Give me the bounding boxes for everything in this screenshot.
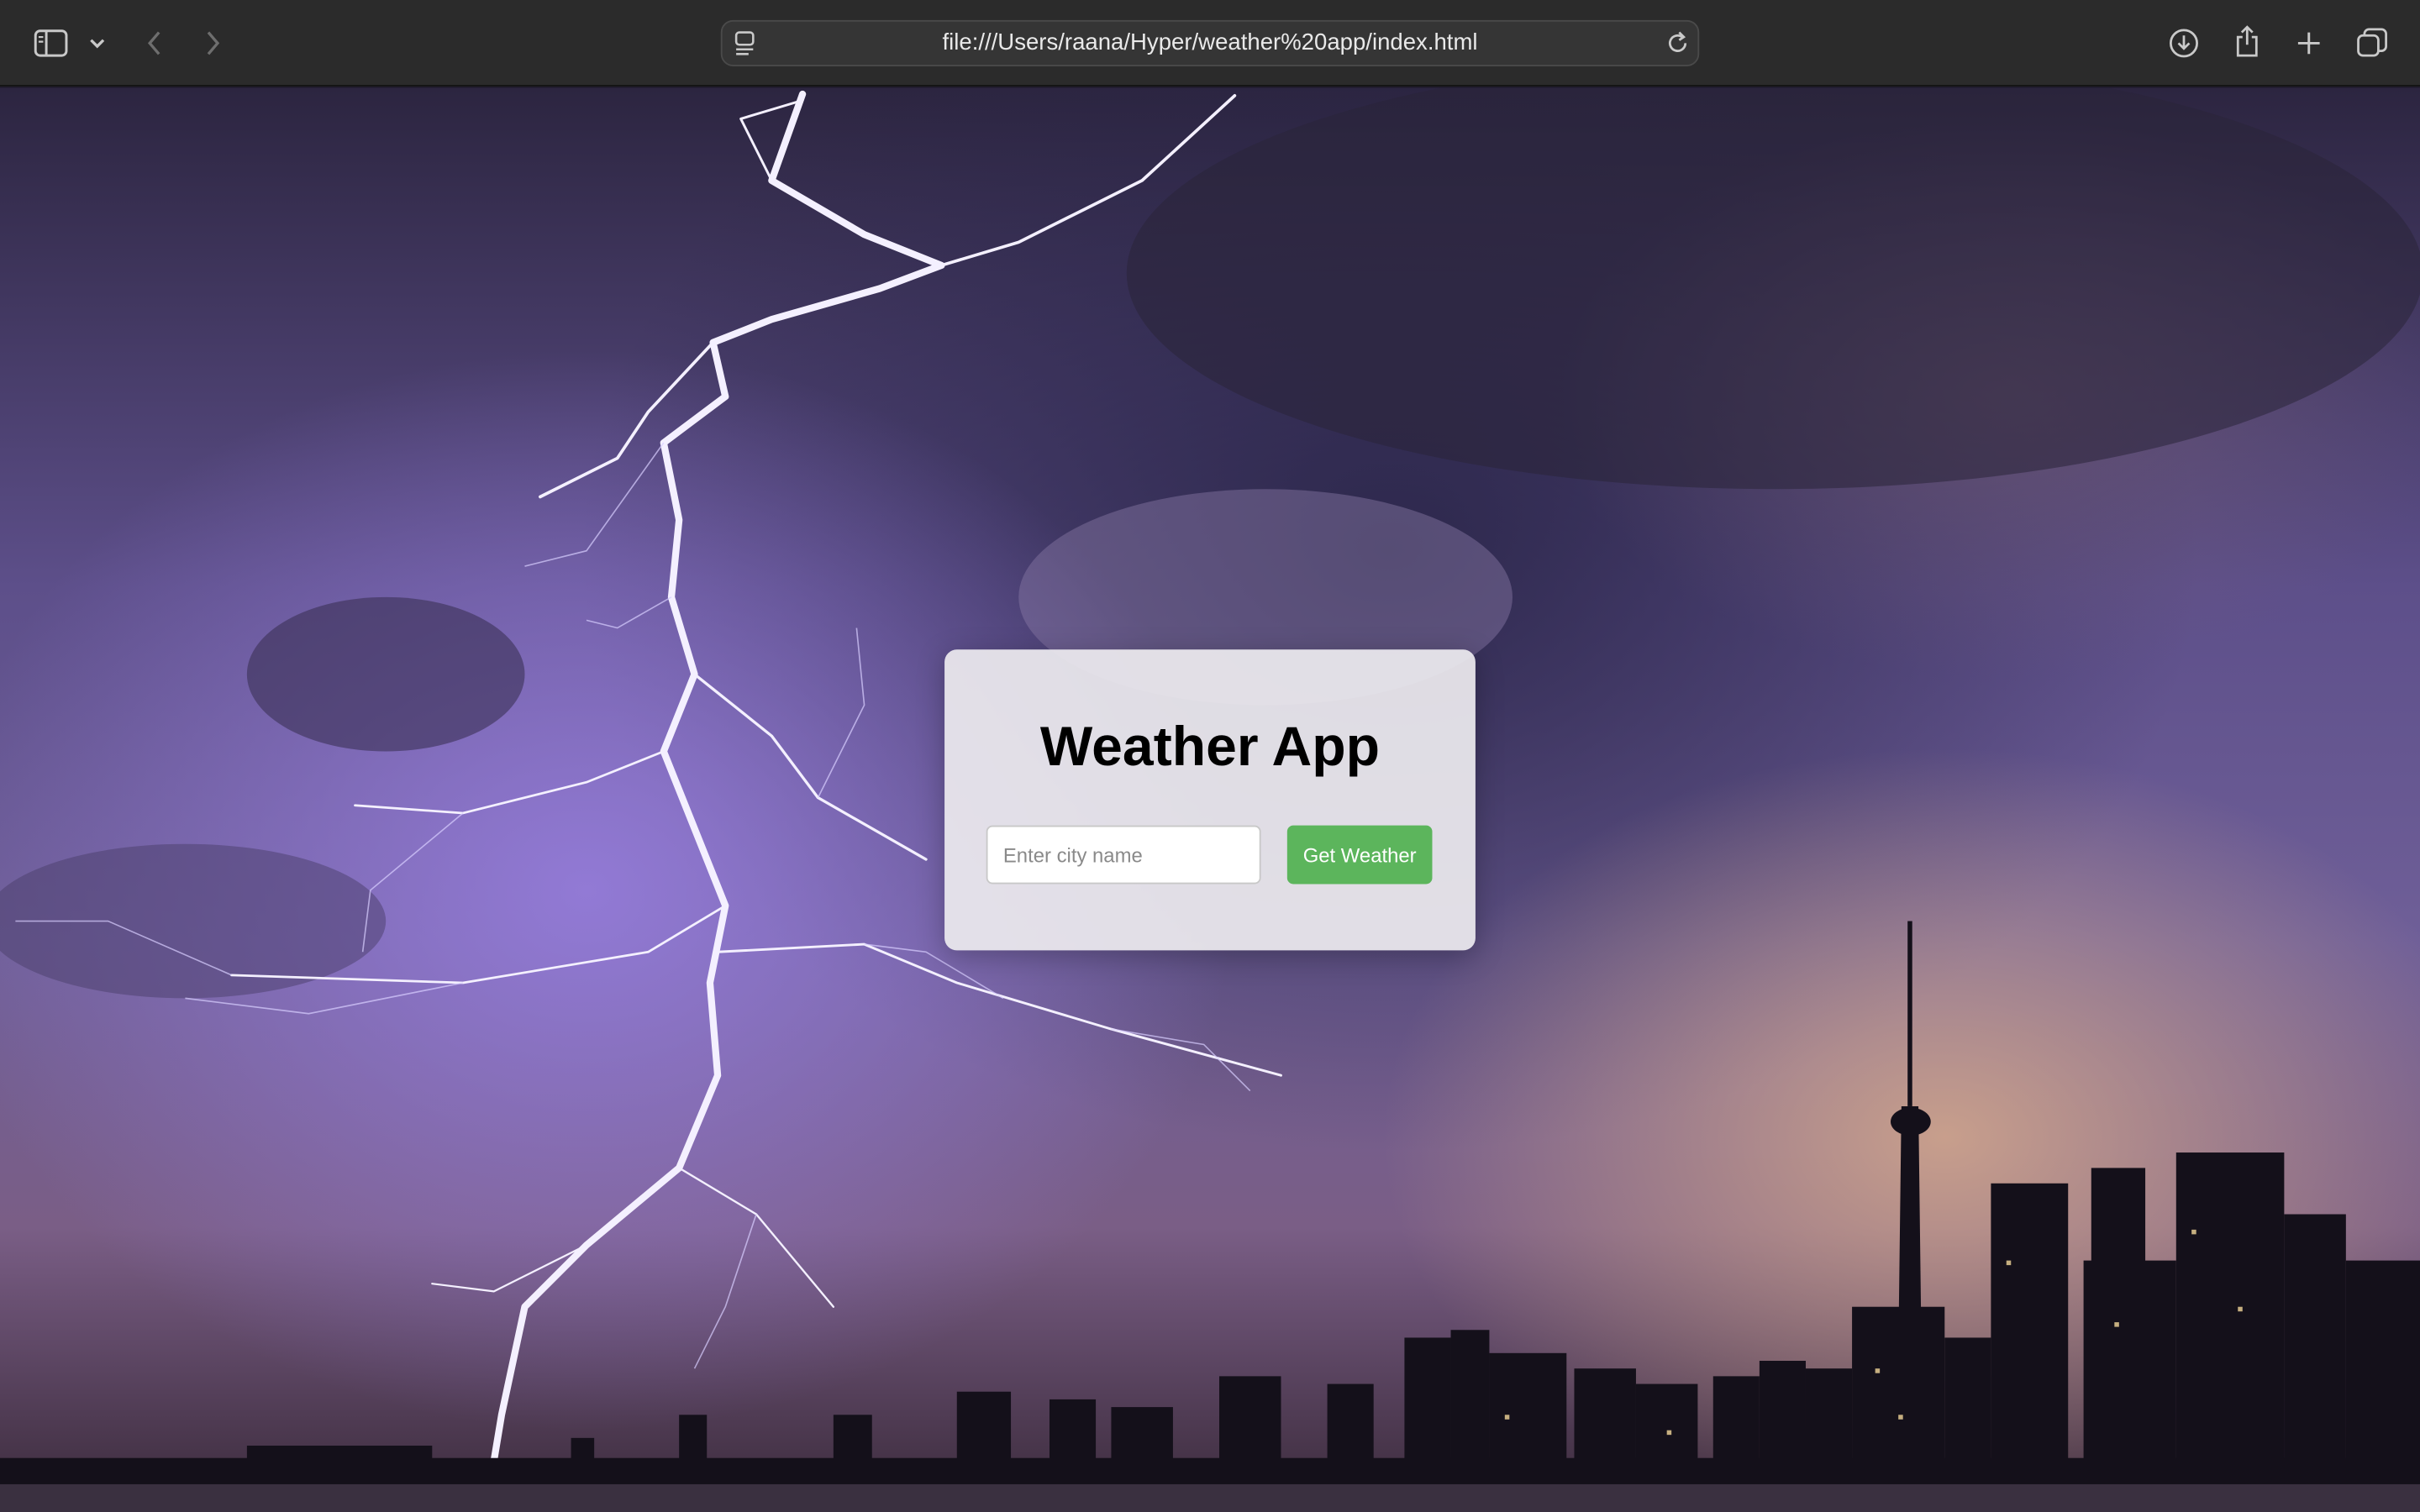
- browser-toolbar: file:///Users/raana/Hyper/weather%20app/…: [0, 0, 2420, 87]
- sidebar-icon[interactable]: [33, 24, 70, 61]
- get-weather-button[interactable]: Get Weather: [1286, 825, 1433, 885]
- chevron-down-icon[interactable]: [85, 31, 109, 55]
- city-input[interactable]: [986, 825, 1261, 885]
- reload-icon[interactable]: [1665, 31, 1690, 64]
- share-icon[interactable]: [2230, 24, 2264, 60]
- download-icon[interactable]: [2167, 26, 2201, 60]
- page-content: Weather App Get Weather: [0, 87, 2420, 1512]
- back-arrow-icon[interactable]: [139, 26, 170, 60]
- forward-arrow-icon[interactable]: [197, 26, 229, 60]
- address-bar[interactable]: file:///Users/raana/Hyper/weather%20app/…: [720, 19, 1700, 66]
- address-url[interactable]: file:///Users/raana/Hyper/weather%20app/…: [723, 22, 1698, 65]
- tab-overview-icon[interactable]: [2354, 26, 2391, 60]
- weather-card: Weather App Get Weather: [944, 649, 1476, 951]
- app-title: Weather App: [1039, 714, 1381, 778]
- plus-icon[interactable]: [2292, 26, 2326, 60]
